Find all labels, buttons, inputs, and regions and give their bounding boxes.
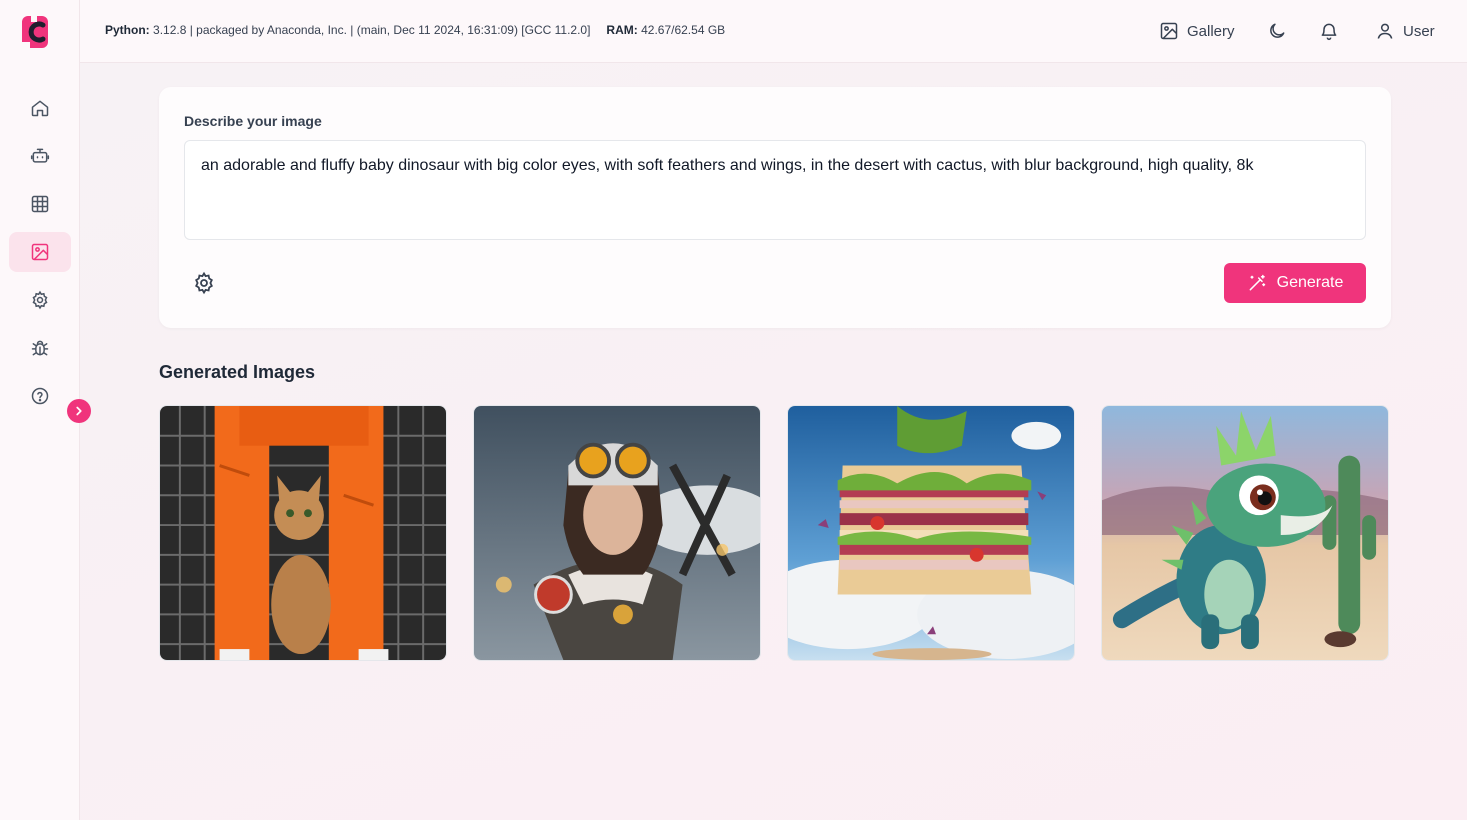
app-logo[interactable]	[22, 14, 52, 50]
chevron-right-icon	[76, 406, 82, 416]
sidebar-item-debug[interactable]	[9, 328, 71, 368]
image-icon	[31, 243, 49, 261]
magic-wand-icon	[1249, 274, 1265, 291]
system-info: Python: 3.12.8 | packaged by Anaconda, I…	[105, 23, 725, 37]
theme-toggle-button[interactable]	[1267, 18, 1287, 44]
sidebar-expand-button[interactable]	[67, 399, 91, 423]
sidebar-item-settings[interactable]	[9, 280, 71, 320]
user-menu-button[interactable]: User	[1375, 18, 1435, 44]
sidebar-item-help[interactable]	[9, 376, 71, 416]
sidebar-item-home[interactable]	[9, 88, 71, 128]
python-info: Python: 3.12.8 | packaged by Anaconda, I…	[105, 23, 591, 37]
generation-settings-button[interactable]	[192, 271, 216, 295]
user-icon	[1377, 23, 1393, 39]
prompt-label: Describe your image	[184, 113, 322, 129]
generated-image-4[interactable]	[1101, 405, 1389, 661]
sidebar-item-image[interactable]	[9, 232, 71, 272]
home-icon	[31, 100, 49, 117]
image-icon	[1160, 22, 1178, 40]
gallery-title: Generated Images	[159, 362, 316, 382]
main-content: Describe your image an adorable and fluf…	[80, 63, 1467, 820]
generated-image-3[interactable]	[787, 405, 1075, 661]
generate-label: Generate	[1276, 274, 1344, 291]
help-icon	[31, 387, 49, 405]
sidebar-item-data[interactable]	[9, 184, 71, 224]
prompt-card: Describe your image an adorable and fluf…	[159, 87, 1391, 328]
bell-icon	[1321, 23, 1337, 41]
generate-button[interactable]: Generate	[1224, 263, 1366, 303]
robot-icon	[30, 148, 50, 163]
gallery-label: Gallery	[1187, 22, 1235, 40]
gear-icon	[32, 290, 48, 310]
notifications-button[interactable]	[1319, 18, 1339, 44]
prompt-input[interactable]: an adorable and fluffy baby dinosaur wit…	[184, 140, 1366, 240]
user-label: User	[1403, 22, 1435, 40]
sidebar-item-models[interactable]	[9, 136, 71, 176]
generated-image-2[interactable]	[473, 405, 761, 661]
generated-image-1[interactable]	[159, 405, 447, 661]
bug-icon	[31, 340, 49, 356]
top-header: Python: 3.12.8 | packaged by Anaconda, I…	[80, 0, 1467, 63]
gallery-button[interactable]: Gallery	[1159, 18, 1235, 44]
ram-info: RAM: 42.67/62.54 GB	[606, 23, 726, 37]
table-icon	[31, 195, 49, 213]
moon-icon	[1270, 23, 1285, 38]
gear-icon	[195, 271, 213, 295]
